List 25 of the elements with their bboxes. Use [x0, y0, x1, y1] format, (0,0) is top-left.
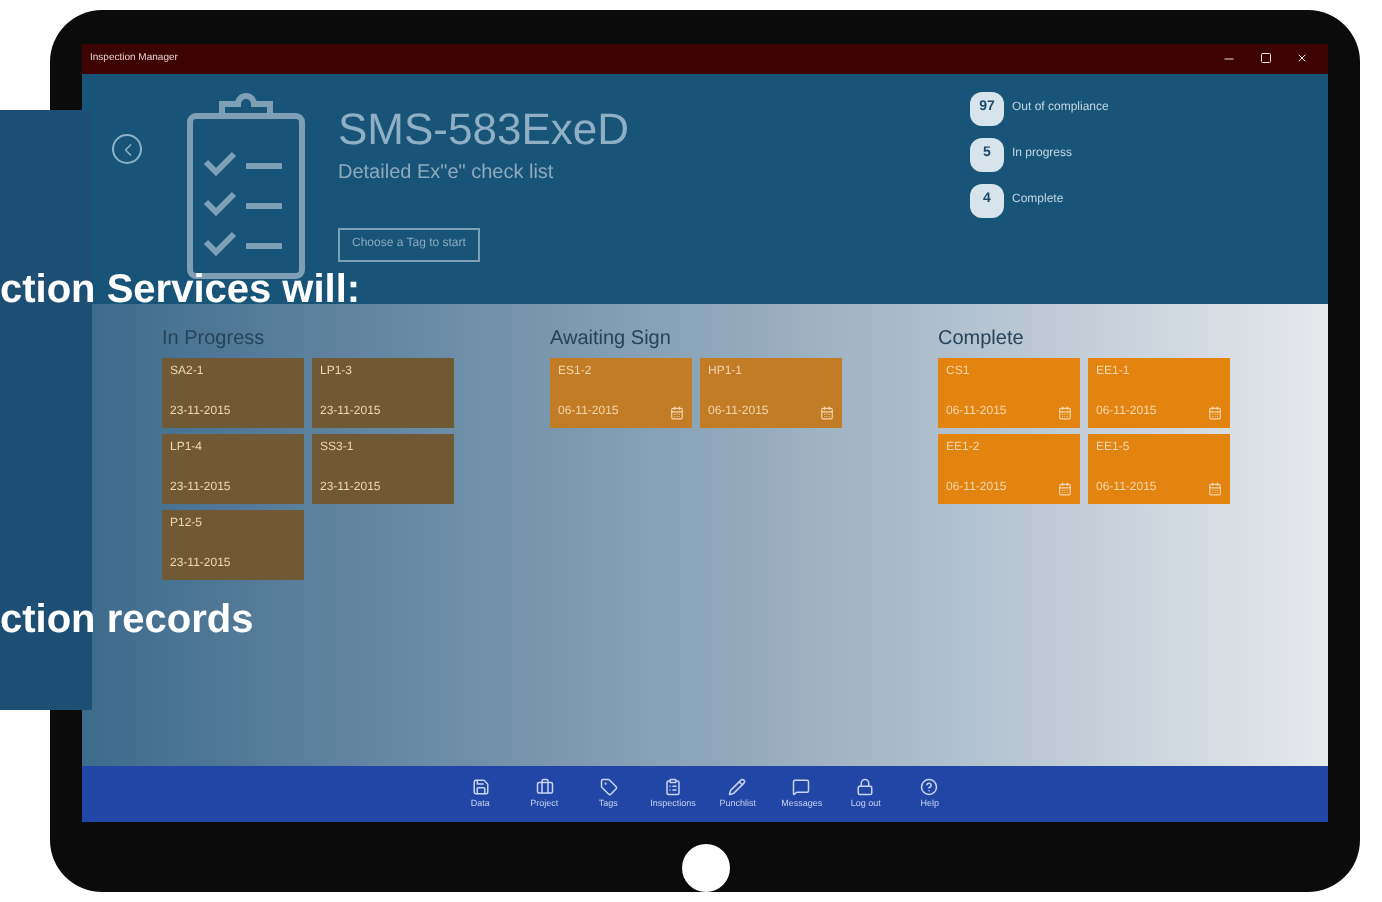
overlay-heading: ction records: [0, 596, 254, 646]
briefcase-icon: [535, 777, 554, 796]
minimize-icon[interactable]: [1222, 52, 1236, 66]
inspection-subtitle: Detailed Ex"e" check list: [338, 160, 556, 188]
calendar-icon: [670, 406, 684, 420]
close-icon[interactable]: [1296, 52, 1308, 64]
calendar-icon: [1058, 406, 1072, 420]
maximize-icon[interactable]: [1260, 52, 1272, 64]
lock-icon: [856, 777, 875, 796]
calendar-icon: [820, 406, 834, 420]
calendar-icon: [1058, 482, 1072, 496]
inspection-title: SMS-583ExeD: [338, 106, 632, 154]
speech-bubble-icon: [792, 777, 811, 796]
column-heading: Complete: [938, 326, 1026, 354]
column-heading: Awaiting Sign: [550, 326, 673, 354]
overlay-heading: ction Services will:: [0, 266, 361, 316]
help-icon: [920, 777, 939, 796]
back-button[interactable]: [112, 134, 142, 164]
home-button[interactable]: [681, 844, 729, 892]
calendar-icon: [1208, 482, 1222, 496]
column-heading: In Progress: [162, 326, 267, 354]
pencil-icon: [728, 777, 747, 796]
calendar-icon: [1208, 406, 1222, 420]
clipboard-icon: [663, 777, 682, 796]
tag-icon: [599, 777, 618, 796]
